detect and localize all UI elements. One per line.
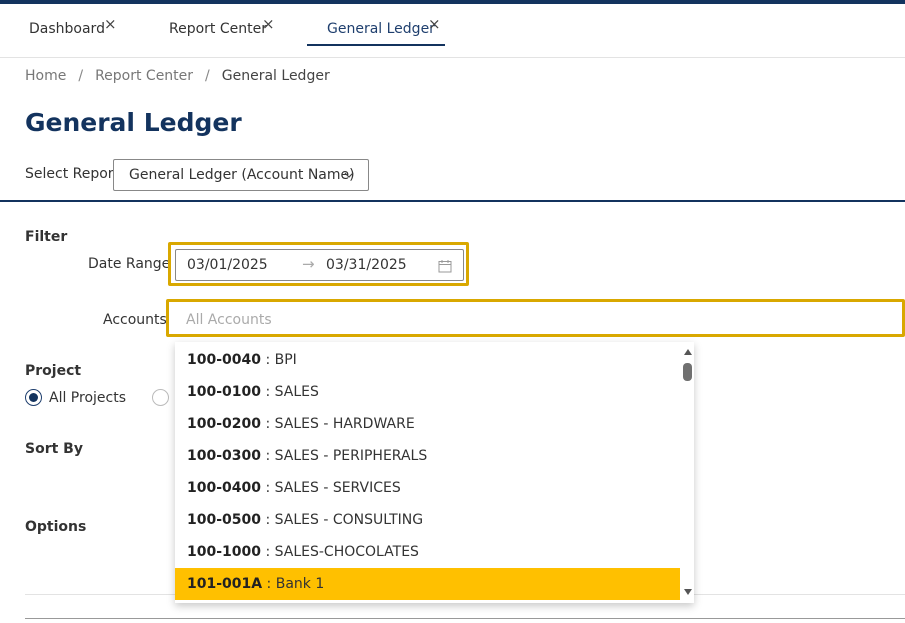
options-heading: Options: [25, 519, 87, 535]
arrow-right-icon: →: [302, 255, 315, 273]
account-code: 100-0400: [187, 480, 261, 496]
date-range-picker[interactable]: 03/01/2025 → 03/31/2025: [175, 249, 464, 281]
scrollbar-thumb[interactable]: [683, 363, 692, 381]
breadcrumb: Home / Report Center / General Ledger: [25, 68, 330, 84]
account-name: : SALES: [261, 384, 319, 400]
account-code: 101-001A: [187, 576, 263, 592]
accounts-select-input[interactable]: All Accounts: [175, 306, 901, 334]
account-code: 100-0040: [187, 352, 261, 368]
sort-by-heading: Sort By: [25, 441, 83, 457]
account-name: : SALES - SERVICES: [261, 480, 401, 496]
breadcrumb-separator: /: [205, 68, 210, 84]
date-range-end[interactable]: 03/31/2025: [326, 257, 407, 273]
tab-general-ledger[interactable]: General Ledger ×: [307, 4, 445, 48]
dropdown-option[interactable]: 100-0500 : SALES - CONSULTING: [175, 504, 680, 536]
dropdown-option[interactable]: 100-0300 : SALES - PERIPHERALS: [175, 440, 680, 472]
scroll-up-arrow-icon[interactable]: [684, 349, 692, 355]
account-code: 100-0200: [187, 416, 261, 432]
select-report-dropdown[interactable]: General Ledger (Account Name): [113, 159, 369, 191]
scroll-down-arrow-icon[interactable]: [684, 589, 692, 595]
radio-all-projects[interactable]: [25, 389, 42, 406]
date-range-start[interactable]: 03/01/2025: [187, 257, 268, 273]
close-icon[interactable]: ×: [104, 0, 117, 49]
chevron-down-icon: [344, 168, 354, 182]
account-code: 100-1000: [187, 544, 261, 560]
project-heading: Project: [25, 363, 82, 379]
date-range-label: Date Range :: [88, 256, 180, 272]
accounts-placeholder: All Accounts: [186, 312, 272, 328]
account-name: : BPI: [261, 352, 297, 368]
account-code: 100-0500: [187, 512, 261, 528]
table-header-edge: [25, 618, 905, 623]
page-title: General Ledger: [25, 108, 242, 137]
accounts-label: Accounts: [103, 312, 167, 328]
radio-project-option[interactable]: [152, 389, 169, 406]
breadcrumb-separator: /: [78, 68, 84, 84]
breadcrumb-current: General Ledger: [221, 68, 330, 84]
dropdown-option-highlighted[interactable]: 101-001A : Bank 1: [175, 568, 680, 600]
tab-dashboard[interactable]: Dashboard ×: [29, 4, 117, 48]
account-name: : Bank 1: [262, 576, 325, 592]
tab-label: Dashboard: [29, 21, 105, 37]
tab-label: General Ledger: [327, 21, 435, 37]
account-code: 100-0300: [187, 448, 261, 464]
filter-heading: Filter: [25, 229, 68, 245]
account-code: 100-0100: [187, 384, 261, 400]
radio-all-projects-label[interactable]: All Projects: [49, 390, 126, 406]
tab-bar: Dashboard × Report Center × General Ledg…: [0, 4, 905, 58]
accounts-dropdown-list: 100-0040 : BPI 100-0100 : SALES 100-0200…: [175, 342, 694, 603]
breadcrumb-report-center[interactable]: Report Center: [95, 68, 193, 84]
section-divider: [0, 200, 905, 202]
account-name: : SALES - HARDWARE: [261, 416, 415, 432]
dropdown-option[interactable]: 100-0200 : SALES - HARDWARE: [175, 408, 680, 440]
dropdown-option[interactable]: 100-0040 : BPI: [175, 344, 680, 376]
account-name: : SALES - CONSULTING: [261, 512, 424, 528]
account-name: : SALES-CHOCOLATES: [261, 544, 419, 560]
close-icon[interactable]: ×: [428, 0, 441, 49]
tab-label: Report Center: [169, 21, 267, 37]
account-name: : SALES - PERIPHERALS: [261, 448, 428, 464]
close-icon[interactable]: ×: [262, 0, 275, 49]
select-report-value: General Ledger (Account Name): [129, 167, 355, 183]
dropdown-option[interactable]: 100-1000 : SALES-CHOCOLATES: [175, 536, 680, 568]
dropdown-option[interactable]: 100-0400 : SALES - SERVICES: [175, 472, 680, 504]
select-report-label: Select Report:: [25, 166, 124, 182]
dropdown-option[interactable]: 100-0100 : SALES: [175, 376, 680, 408]
tab-report-center[interactable]: Report Center ×: [169, 4, 275, 48]
calendar-icon[interactable]: [438, 258, 452, 277]
breadcrumb-home[interactable]: Home: [25, 68, 66, 84]
